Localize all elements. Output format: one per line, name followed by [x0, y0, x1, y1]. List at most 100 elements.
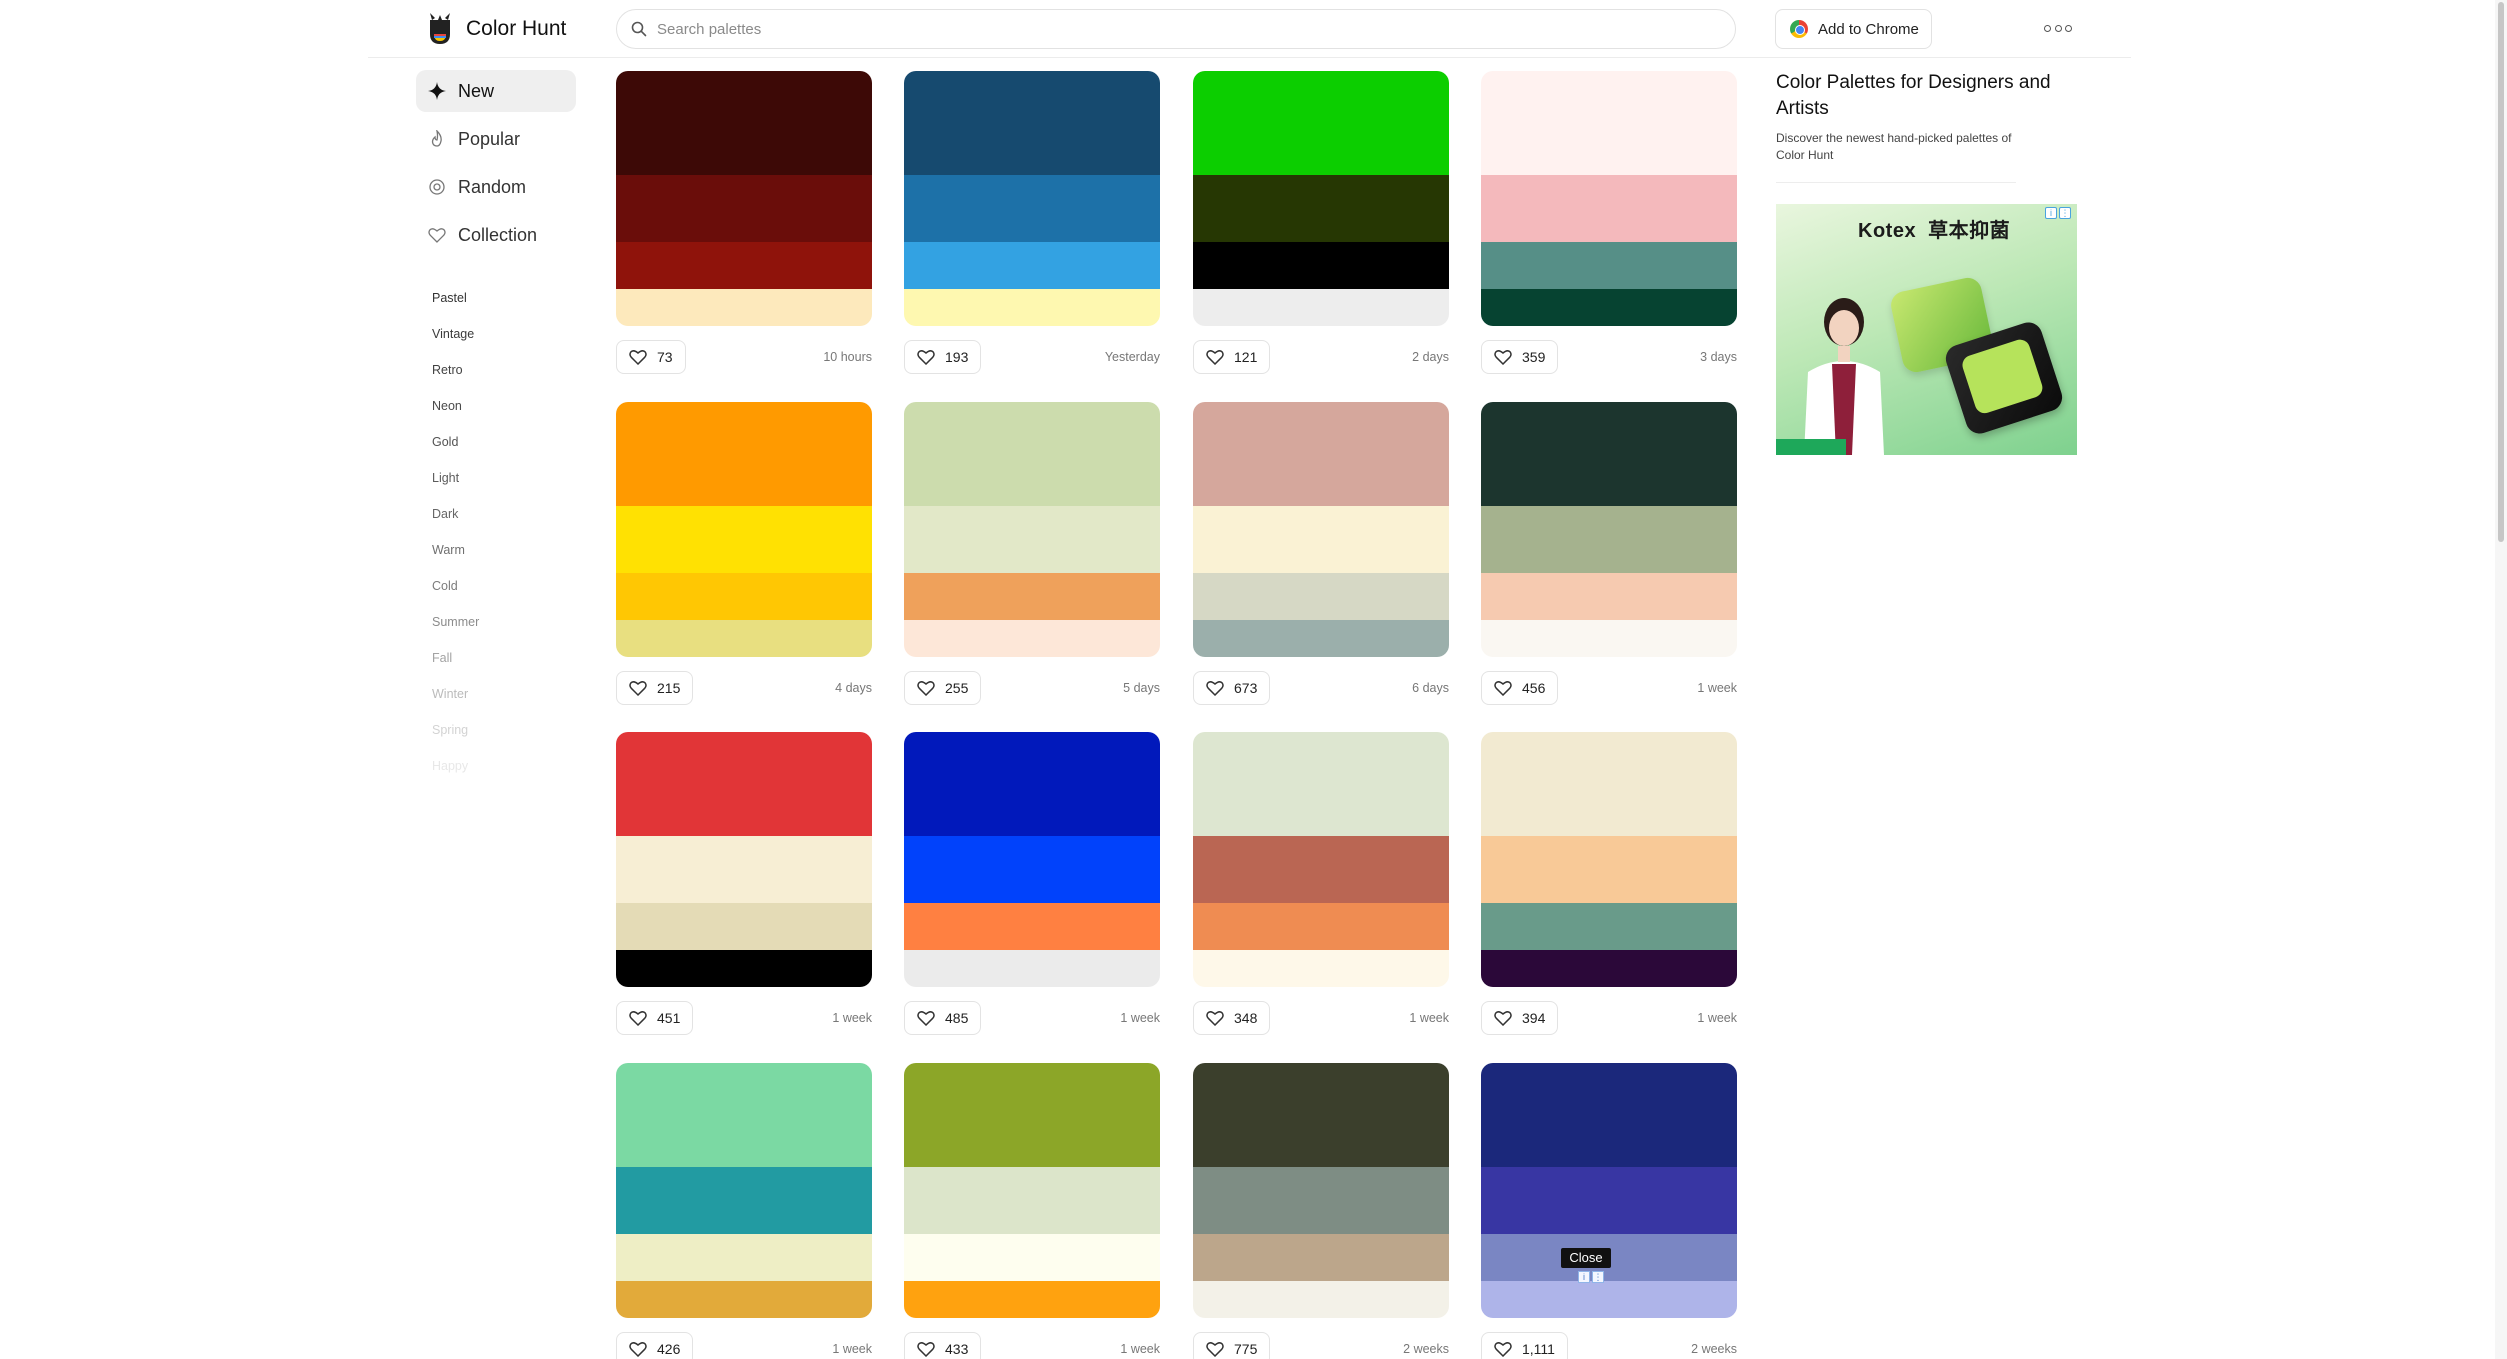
color-swatch[interactable] — [1193, 402, 1449, 506]
palette-card[interactable]: 485 1 week — [904, 732, 1160, 1039]
color-swatch[interactable] — [904, 71, 1160, 175]
tag-gold[interactable]: Gold — [432, 424, 576, 460]
like-button[interactable]: 394 — [1481, 1001, 1559, 1035]
scrollbar-thumb[interactable] — [2498, 2, 2504, 542]
ad-choices[interactable]: i ⋮ — [2045, 207, 2071, 219]
palette-card[interactable]: 121 2 days — [1193, 71, 1449, 378]
color-swatch[interactable] — [1481, 950, 1737, 987]
tag-happy[interactable]: Happy — [432, 748, 576, 784]
color-swatch[interactable] — [904, 1281, 1160, 1318]
add-to-chrome-button[interactable]: Add to Chrome — [1775, 9, 1932, 49]
nav-item-random[interactable]: Random — [416, 166, 576, 208]
color-swatch[interactable] — [616, 620, 872, 657]
color-swatch[interactable] — [904, 175, 1160, 242]
color-swatch[interactable] — [1193, 1063, 1449, 1167]
more-options-button[interactable] — [2044, 19, 2072, 37]
tag-winter[interactable]: Winter — [432, 676, 576, 712]
color-swatch[interactable] — [1481, 573, 1737, 620]
page-scrollbar[interactable] — [2495, 0, 2507, 1359]
color-swatch[interactable] — [616, 836, 872, 903]
palette-card[interactable]: 359 3 days — [1481, 71, 1737, 378]
palette-swatches[interactable] — [904, 732, 1160, 987]
color-swatch[interactable] — [904, 1167, 1160, 1234]
tag-dark[interactable]: Dark — [432, 496, 576, 532]
search-bar[interactable] — [616, 9, 1736, 49]
palette-card[interactable]: 456 1 week — [1481, 402, 1737, 709]
like-button[interactable]: 348 — [1193, 1001, 1271, 1035]
like-button[interactable]: 775 — [1193, 1332, 1271, 1359]
color-swatch[interactable] — [1193, 289, 1449, 326]
color-swatch[interactable] — [1481, 289, 1737, 326]
color-swatch[interactable] — [904, 732, 1160, 836]
color-swatch[interactable] — [904, 402, 1160, 506]
palette-card[interactable]: 673 6 days — [1193, 402, 1449, 709]
tag-warm[interactable]: Warm — [432, 532, 576, 568]
palette-swatches[interactable] — [1193, 732, 1449, 987]
like-button[interactable]: 121 — [1193, 340, 1271, 374]
color-swatch[interactable] — [1193, 242, 1449, 289]
color-swatch[interactable] — [1481, 1063, 1737, 1167]
color-swatch[interactable] — [904, 573, 1160, 620]
like-button[interactable]: 193 — [904, 340, 982, 374]
color-swatch[interactable] — [1481, 903, 1737, 950]
like-button[interactable]: 359 — [1481, 340, 1559, 374]
palette-card[interactable]: 451 1 week — [616, 732, 872, 1039]
tag-summer[interactable]: Summer — [432, 604, 576, 640]
color-swatch[interactable] — [616, 242, 872, 289]
tag-retro[interactable]: Retro — [432, 352, 576, 388]
palette-card[interactable]: 348 1 week — [1193, 732, 1449, 1039]
color-swatch[interactable] — [904, 506, 1160, 573]
logo[interactable]: Color Hunt — [424, 10, 566, 48]
color-swatch[interactable] — [1193, 1167, 1449, 1234]
color-swatch[interactable] — [1481, 71, 1737, 175]
color-swatch[interactable] — [1193, 175, 1449, 242]
like-button[interactable]: 673 — [1193, 671, 1271, 705]
nav-item-new[interactable]: New — [416, 70, 576, 112]
ad-info-icon[interactable]: i — [1578, 1271, 1590, 1283]
color-swatch[interactable] — [616, 402, 872, 506]
color-swatch[interactable] — [1193, 573, 1449, 620]
like-button[interactable]: 426 — [616, 1332, 694, 1359]
color-swatch[interactable] — [616, 175, 872, 242]
palette-swatches[interactable] — [904, 71, 1160, 326]
color-swatch[interactable] — [616, 903, 872, 950]
tag-neon[interactable]: Neon — [432, 388, 576, 424]
overlay-ad-choices[interactable]: i ⋮ — [1578, 1271, 1604, 1283]
palette-swatches[interactable] — [1193, 402, 1449, 657]
color-swatch[interactable] — [1193, 1234, 1449, 1281]
color-swatch[interactable] — [616, 289, 872, 326]
color-swatch[interactable] — [1193, 903, 1449, 950]
like-button[interactable]: 433 — [904, 1332, 982, 1359]
palette-card[interactable]: 775 2 weeks — [1193, 1063, 1449, 1359]
palette-swatches[interactable] — [904, 1063, 1160, 1318]
palette-swatches[interactable] — [616, 402, 872, 657]
like-button[interactable]: 215 — [616, 671, 694, 705]
color-swatch[interactable] — [616, 1234, 872, 1281]
ad-menu-icon[interactable]: ⋮ — [2059, 207, 2071, 219]
color-swatch[interactable] — [616, 950, 872, 987]
color-swatch[interactable] — [1481, 732, 1737, 836]
color-swatch[interactable] — [1193, 1281, 1449, 1318]
color-swatch[interactable] — [616, 732, 872, 836]
palette-swatches[interactable] — [616, 732, 872, 987]
color-swatch[interactable] — [904, 1063, 1160, 1167]
tag-pastel[interactable]: Pastel — [432, 280, 576, 316]
color-swatch[interactable] — [616, 1167, 872, 1234]
color-swatch[interactable] — [1481, 1281, 1737, 1318]
color-swatch[interactable] — [1481, 402, 1737, 506]
ad-info-icon[interactable]: i — [2045, 207, 2057, 219]
color-swatch[interactable] — [1193, 71, 1449, 175]
color-swatch[interactable] — [904, 1234, 1160, 1281]
color-swatch[interactable] — [616, 71, 872, 175]
palette-swatches[interactable] — [1193, 71, 1449, 326]
palette-swatches[interactable] — [1481, 402, 1737, 657]
palette-swatches[interactable] — [616, 71, 872, 326]
color-swatch[interactable] — [1481, 1167, 1737, 1234]
color-swatch[interactable] — [1193, 732, 1449, 836]
like-button[interactable]: 1,111 — [1481, 1332, 1568, 1359]
palette-card[interactable]: 215 4 days — [616, 402, 872, 709]
palette-swatches[interactable] — [616, 1063, 872, 1318]
color-swatch[interactable] — [1481, 620, 1737, 657]
tag-spring[interactable]: Spring — [432, 712, 576, 748]
color-swatch[interactable] — [1481, 506, 1737, 573]
